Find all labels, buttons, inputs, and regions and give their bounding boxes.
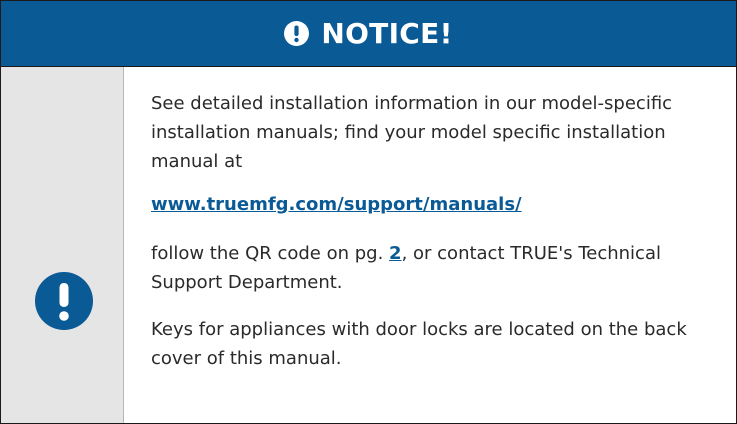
exclamation-circle-icon	[284, 21, 310, 46]
exclamation-glyph-icon	[294, 25, 300, 43]
manuals-link[interactable]: www.truemfg.com/support/manuals/	[151, 194, 522, 215]
door-lock-keys-text: Keys for appliances with door locks are …	[151, 319, 687, 369]
exclamation-glyph-icon	[59, 283, 69, 321]
notice-header: NOTICE!	[1, 1, 736, 66]
notice-box: NOTICE! See detailed installation inform…	[0, 0, 737, 424]
installation-info-text: See detailed installation information in…	[151, 93, 673, 172]
qr-support-text: follow the QR code on pg. 2, or contact …	[151, 239, 711, 297]
exclamation-circle-icon	[35, 272, 93, 330]
qr-text-before: follow the QR code on pg.	[151, 243, 390, 264]
notice-content: See detailed installation information in…	[151, 89, 711, 373]
icon-column	[1, 67, 124, 423]
page-reference-link[interactable]: 2	[389, 243, 402, 264]
notice-title: NOTICE!	[321, 17, 453, 50]
manuals-link-line: www.truemfg.com/support/manuals/	[151, 190, 711, 219]
